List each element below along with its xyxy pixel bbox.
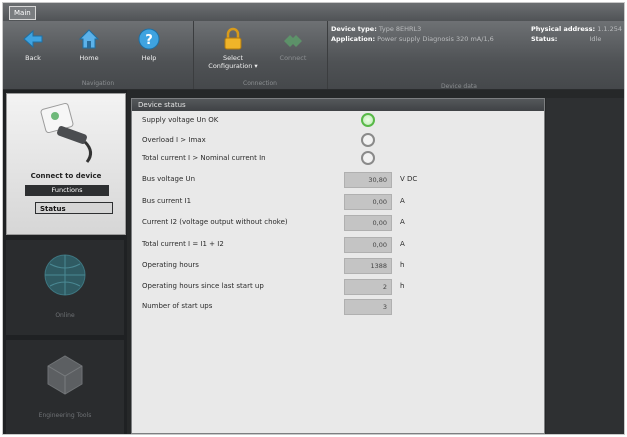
right-empty-area — [546, 98, 624, 434]
engineering-tools-tile[interactable]: Engineering Tools — [6, 340, 124, 434]
connect-plug-icon — [284, 35, 302, 47]
help-icon: ? — [138, 28, 160, 50]
tab-main[interactable]: Main — [9, 6, 36, 20]
status-row-label: Total current I > Nominal current In — [142, 154, 266, 162]
left-navigation: Connect to device Functions Status Onlin… — [3, 90, 127, 434]
status-led-indicator — [361, 133, 375, 147]
lock-icon — [224, 27, 242, 50]
physical-address-label: Physical address: — [531, 25, 596, 33]
title-strip: Main — [3, 3, 624, 22]
connect-button-label: Connect — [279, 54, 307, 62]
status-row-label: Bus current I1 — [142, 197, 192, 205]
connect-to-device-tile[interactable]: Connect to device Functions Status — [6, 93, 126, 235]
status-button[interactable]: Status — [35, 202, 113, 214]
device-box-icon — [47, 355, 83, 395]
status-row-label: Bus voltage Un — [142, 175, 196, 183]
connection-caption: Connection — [243, 80, 277, 87]
main-area: Device status Supply voltage Un OK Overlo… — [127, 90, 624, 434]
online-tile-label: Online — [55, 312, 75, 319]
physical-address-value: 1.1.254 — [597, 25, 622, 33]
status-row-label: Number of start ups — [142, 302, 213, 310]
status-row: Supply voltage Un OK — [132, 112, 544, 130]
status-value-field: 0,00 — [344, 194, 392, 210]
status-row-label: Overload I > Imax — [142, 136, 206, 144]
back-button[interactable]: Back — [13, 27, 53, 62]
ribbon: Back Home ? Help Navigation Select Confi… — [3, 21, 624, 90]
engineering-tools-label: Engineering Tools — [38, 412, 92, 419]
online-tile[interactable]: Online — [6, 240, 124, 335]
connect-button[interactable]: Connect — [273, 27, 313, 62]
status-unit: A — [400, 197, 405, 205]
status-unit: h — [400, 282, 405, 290]
device-data-caption: Device data — [441, 83, 477, 90]
select-configuration-button[interactable]: Select Configuration ▾ — [203, 27, 263, 70]
device-type-label: Device type: — [331, 25, 377, 33]
status-unit: V DC — [400, 175, 418, 183]
app-window: Main Back Home ? Help Navigation Select … — [2, 2, 625, 435]
status-value-field: 30,80 — [344, 172, 392, 188]
status-unit: A — [400, 218, 405, 226]
status-row: Operating hours since last start up 2 h — [132, 278, 544, 296]
status-value-field: 0,00 — [344, 215, 392, 231]
help-button-label: Help — [141, 54, 157, 62]
status-row: Total current I = I1 + I2 0,00 A — [132, 236, 544, 254]
status-value-field: 0,00 — [344, 237, 392, 253]
status-led-indicator — [361, 113, 375, 127]
globe-icon — [44, 254, 86, 296]
status-value-field: 1388 — [344, 258, 392, 274]
home-icon — [78, 29, 100, 49]
status-row-label: Total current I = I1 + I2 — [142, 240, 224, 248]
svg-text:?: ? — [145, 33, 153, 48]
status-label: Status: — [531, 35, 558, 43]
device-connector-icon — [40, 102, 92, 163]
application-label: Application: — [331, 35, 376, 43]
status-row-label: Operating hours since last start up — [142, 282, 264, 290]
status-row: Current I2 (voltage output without choke… — [132, 214, 544, 232]
status-row: Operating hours 1388 h — [132, 257, 544, 275]
ribbon-group-navigation: Back Home ? Help Navigation — [3, 21, 194, 89]
status-row: Number of start ups 3 — [132, 298, 544, 316]
connect-to-device-label: Connect to device — [30, 172, 102, 180]
status-row: Total current I > Nominal current In — [132, 150, 544, 168]
status-row-label: Current I2 (voltage output without choke… — [142, 218, 288, 226]
status-row: Bus current I1 0,00 A — [132, 193, 544, 211]
application-value: Power supply Diagnosis 320 mA/1,6 — [377, 35, 494, 43]
home-button-label: Home — [79, 54, 99, 62]
status-row-label: Operating hours — [142, 261, 199, 269]
status-unit: A — [400, 240, 405, 248]
status-unit: h — [400, 261, 405, 269]
back-arrow-icon — [23, 29, 43, 49]
status-value-field: 3 — [344, 299, 392, 315]
navigation-caption: Navigation — [81, 80, 115, 87]
device-status-panel: Device status Supply voltage Un OK Overlo… — [131, 98, 545, 434]
select-configuration-label: Select Configuration ▾ — [208, 54, 258, 70]
status-led-indicator — [361, 151, 375, 165]
status-row-label: Supply voltage Un OK — [142, 116, 219, 124]
functions-button[interactable]: Functions — [25, 185, 109, 196]
ribbon-group-connection: Select Configuration ▾ Connect Connectio… — [193, 21, 328, 89]
status-value: Idle — [589, 35, 602, 43]
status-row: Bus voltage Un 30,80 V DC — [132, 171, 544, 189]
device-type-value: Type 8EHRL3 — [378, 25, 422, 33]
panel-title: Device status — [132, 99, 544, 111]
home-button[interactable]: Home — [69, 27, 109, 62]
help-button[interactable]: ? Help — [129, 27, 169, 62]
status-row: Overload I > Imax — [132, 132, 544, 150]
status-value-field: 2 — [344, 279, 392, 295]
back-button-label: Back — [25, 54, 41, 62]
